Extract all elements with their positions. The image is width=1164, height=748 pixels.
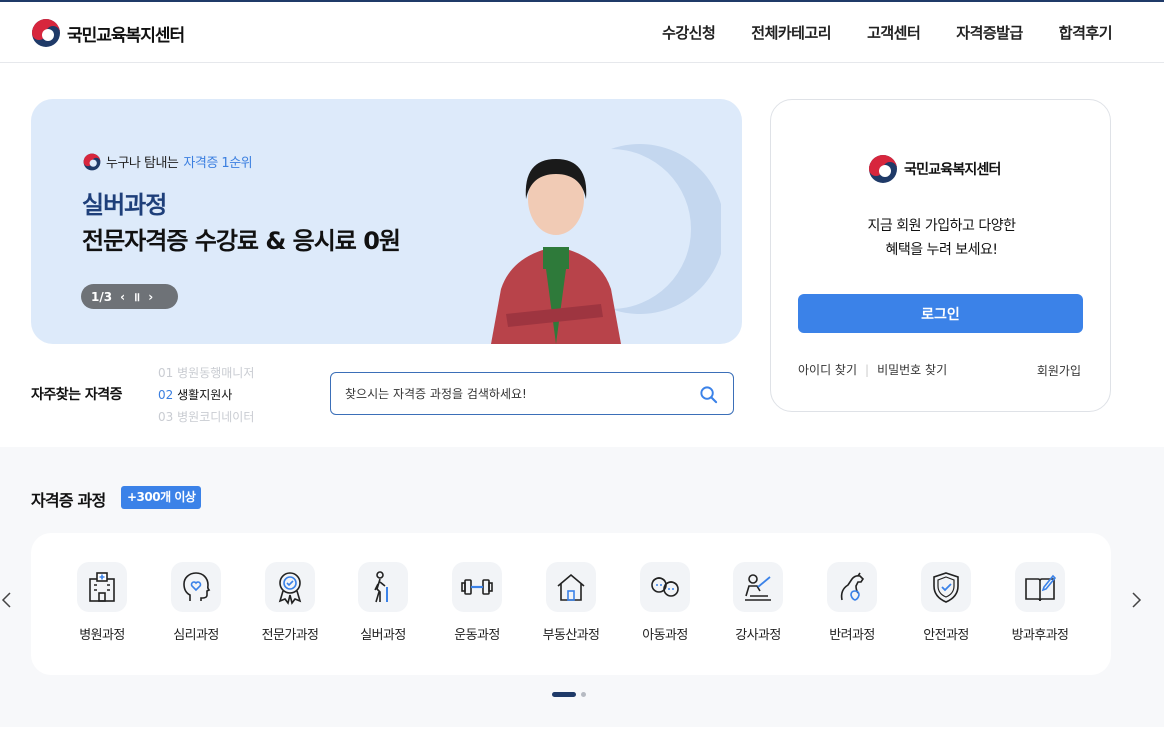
prev-slide-icon[interactable]: ‹: [120, 290, 125, 304]
login-button[interactable]: 로그인: [798, 294, 1083, 333]
category-children[interactable]: 아동과정: [618, 562, 712, 643]
ticker-item[interactable]: 03 병원코디네이터: [158, 406, 308, 424]
frequent-certs-label: 자주찾는 자격증: [31, 387, 123, 403]
nav-enroll[interactable]: 수강신청: [662, 22, 716, 43]
instructor-photo: [491, 159, 621, 344]
login-message: 지금 회원 가입하고 다양한 혜택을 누려 보세요!: [771, 214, 1112, 262]
category-real-estate[interactable]: 부동산과정: [524, 562, 618, 643]
nav-reviews[interactable]: 합격후기: [1059, 22, 1113, 43]
pet-icon: [840, 572, 865, 601]
banner-pager: 1/3 ‹ ॥ ›: [81, 284, 178, 309]
category-after-school[interactable]: 방과후과정: [993, 562, 1087, 643]
category-silver[interactable]: 실버과정: [336, 562, 430, 643]
logo-text: 국민교육복지센터: [67, 25, 185, 46]
mind-icon: [183, 572, 211, 601]
banner-subtitle: 누구나 탐내는 자격증 1순위: [83, 152, 253, 171]
pause-icon[interactable]: ॥: [133, 288, 140, 305]
taegeuk-logo-icon: [32, 19, 60, 47]
login-message-line1: 지금 회원 가입하고 다양한: [867, 218, 1016, 234]
children-icon: [651, 577, 679, 597]
search-icon[interactable]: [699, 385, 718, 404]
nav-customer-center[interactable]: 고객센터: [867, 22, 921, 43]
course-category-carousel: 병원과정 심리과정 전문가과정 실버과정 운동과정 부동산과정 아동과정 강사과…: [31, 533, 1111, 675]
ticker-item[interactable]: 01 병원동행매니저: [158, 362, 308, 384]
ticker-item[interactable]: 02 생활지원사: [158, 384, 308, 406]
shield-icon: [933, 572, 959, 603]
category-hospital[interactable]: 병원과정: [55, 562, 149, 643]
login-panel: 국민교육복지센터 지금 회원 가입하고 다양한 혜택을 누려 보세요! 로그인 …: [770, 99, 1111, 412]
site-header: 국민교육복지센터 수강신청 전체카테고리 고객센터 자격증발급 합격후기: [0, 2, 1164, 63]
pagination-dot-active[interactable]: [552, 692, 576, 697]
taegeuk-small-icon: [83, 153, 101, 170]
courses-section: 자격증 과정 +300개 이상 병원과정 심리과정 전문가과정 실버과정 운동과…: [0, 447, 1164, 727]
taegeuk-logo-icon: [869, 155, 897, 183]
login-helper-links: 아이디 찾기 | 비밀번호 찾기: [798, 361, 947, 378]
login-logo-text: 국민교육복지센터: [904, 162, 1001, 178]
find-id-link[interactable]: 아이디 찾기: [798, 361, 857, 378]
nav-certificate-issue[interactable]: 자격증발급: [956, 22, 1023, 43]
pagination-dot[interactable]: [581, 692, 586, 697]
search-bar: [330, 372, 734, 415]
chevron-left-icon[interactable]: [0, 590, 14, 610]
book-icon: [1025, 574, 1057, 602]
category-exercise[interactable]: 운동과정: [430, 562, 524, 643]
pager-count: 1/3: [91, 289, 113, 304]
link-separator: |: [865, 362, 870, 377]
banner-title-main: 전문자격증 수강료 & 응시료 0원: [82, 227, 401, 255]
signup-link[interactable]: 회원가입: [1037, 362, 1081, 379]
main-nav: 수강신청 전체카테고리 고객센터 자격증발급 합격후기: [662, 22, 1112, 43]
login-logo: 국민교육복지센터: [868, 154, 1001, 184]
house-icon: [557, 573, 585, 601]
frequent-certs-ticker: 01 병원동행매니저 02 생활지원사 03 병원코디네이터: [158, 362, 308, 424]
banner-title-course: 실버과정: [82, 191, 167, 219]
banner-sub-highlight: 자격증 1순위: [183, 156, 253, 171]
category-safety[interactable]: 안전과정: [899, 562, 993, 643]
chevron-right-icon[interactable]: [1129, 590, 1143, 610]
category-expert[interactable]: 전문가과정: [243, 562, 337, 643]
award-icon: [278, 572, 302, 605]
courses-count-badge: +300개 이상: [121, 486, 202, 509]
search-input[interactable]: [345, 384, 675, 404]
hero-banner[interactable]: 누구나 탐내는 자격증 1순위 실버과정 전문자격증 수강료 & 응시료 0원 …: [31, 99, 742, 344]
courses-title: 자격증 과정: [31, 491, 106, 510]
elder-icon: [374, 571, 388, 603]
site-logo[interactable]: 국민교육복지센터: [31, 18, 185, 48]
login-message-line2: 혜택을 누려 보세요!: [885, 242, 998, 258]
banner-sub-prefix: 누구나 탐내는: [106, 156, 179, 171]
category-instructor[interactable]: 강사과정: [711, 562, 805, 643]
category-psychology[interactable]: 심리과정: [149, 562, 243, 643]
next-slide-icon[interactable]: ›: [148, 290, 153, 304]
category-pet[interactable]: 반려과정: [805, 562, 899, 643]
find-password-link[interactable]: 비밀번호 찾기: [877, 361, 947, 378]
nav-all-categories[interactable]: 전체카테고리: [751, 22, 831, 43]
hospital-icon: [89, 572, 115, 602]
carousel-pagination: [552, 692, 586, 697]
teacher-icon: [745, 574, 771, 601]
dumbbell-icon: [461, 579, 493, 595]
